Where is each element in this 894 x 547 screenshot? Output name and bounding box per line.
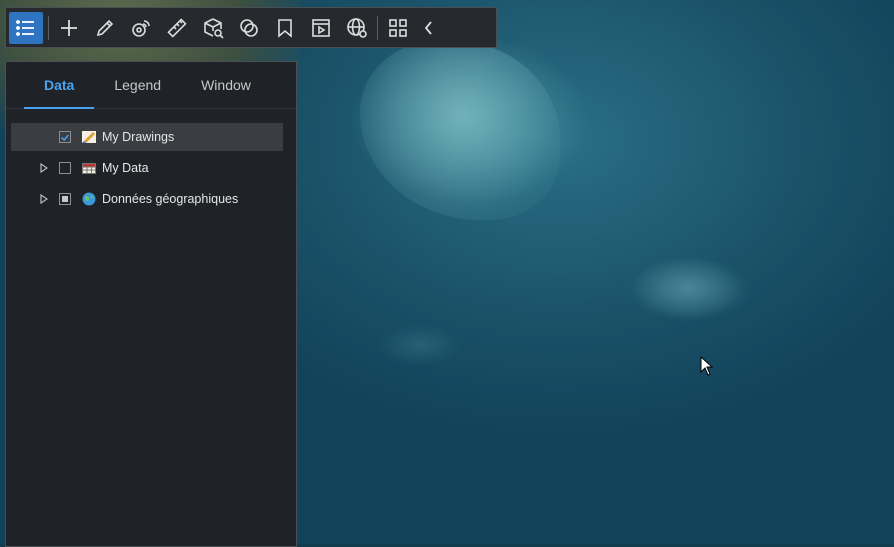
add-button[interactable] — [51, 10, 87, 46]
layers-list-button[interactable] — [9, 11, 43, 44]
tab-legend[interactable]: Legend — [94, 62, 181, 108]
tab-data[interactable]: Data — [24, 62, 95, 109]
panel-tabs: Data Legend Window — [6, 62, 296, 109]
caret-right-icon — [40, 194, 48, 204]
tree-item-donnees-geographiques[interactable]: Données géographiques — [11, 185, 283, 213]
apps-grid-icon — [389, 18, 407, 37]
tab-window[interactable]: Window — [181, 62, 271, 108]
drawing-layer-icon — [82, 131, 96, 143]
apps-grid-button[interactable] — [380, 10, 416, 46]
tree-item-label: Données géographiques — [102, 192, 239, 206]
tree-item-my-drawings[interactable]: My Drawings — [11, 123, 283, 151]
draw-button[interactable] — [87, 10, 123, 46]
bookmark-button[interactable] — [267, 10, 303, 46]
3d-box-query-icon — [204, 17, 224, 39]
overlay-layers-icon — [240, 18, 258, 37]
layer-checkbox[interactable] — [59, 131, 71, 143]
mouse-pointer-icon — [700, 356, 714, 376]
layers-panel: Data Legend Window My Drawings My Data D… — [5, 61, 297, 547]
map-shelf-region — [360, 40, 560, 220]
globe-settings-icon — [347, 17, 367, 38]
expand-toggle[interactable] — [37, 194, 51, 204]
globe-settings-button[interactable] — [339, 10, 375, 46]
main-toolbar — [5, 7, 497, 48]
expand-toggle[interactable] — [37, 163, 51, 173]
measure-button[interactable] — [159, 10, 195, 46]
tree-item-my-data[interactable]: My Data — [11, 154, 283, 182]
draw-pencil-icon — [96, 19, 114, 36]
layer-checkbox[interactable] — [59, 193, 71, 205]
table-data-icon — [82, 163, 96, 174]
caret-right-icon — [40, 163, 48, 173]
globe-data-icon — [82, 192, 96, 206]
bookmark-icon — [278, 18, 292, 38]
analysis-button[interactable] — [123, 10, 159, 46]
layer-checkbox[interactable] — [59, 162, 71, 174]
overlay-button[interactable] — [231, 10, 267, 46]
partial-check-mark — [62, 196, 68, 202]
3d-query-button[interactable] — [195, 10, 231, 46]
tree-item-label: My Drawings — [102, 130, 175, 144]
layer-tree: My Drawings My Data Données géographique… — [6, 109, 296, 213]
measure-ruler-icon — [167, 17, 187, 38]
layers-list-icon — [16, 19, 34, 36]
toolbar-separator — [377, 15, 378, 40]
collapse-toolbar-button[interactable] — [416, 10, 442, 46]
collapse-chevron-icon — [424, 20, 432, 35]
map-ridge-region — [632, 255, 742, 320]
toolbar-separator — [48, 15, 49, 40]
analysis-tools-icon — [132, 19, 150, 37]
tree-item-label: My Data — [102, 161, 149, 175]
checkmark-icon — [61, 134, 69, 141]
presentation-button[interactable] — [303, 10, 339, 46]
add-icon — [61, 19, 77, 36]
presentation-icon — [312, 18, 330, 37]
